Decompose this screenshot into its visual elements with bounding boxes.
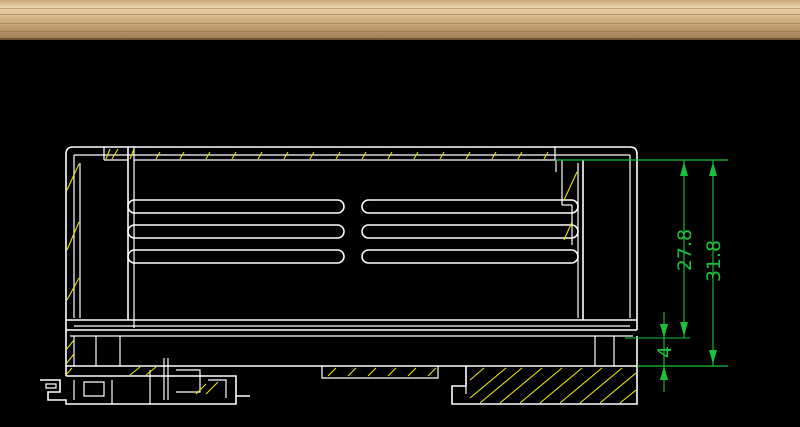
dimension-lines: 27.8 31.8 4 <box>556 159 728 392</box>
dimension-label-27-8: 27.8 <box>674 229 696 271</box>
base-section <box>40 330 638 405</box>
arrow-up-icon <box>680 162 688 176</box>
cad-viewport: 27.8 31.8 4 <box>0 0 800 427</box>
cross-section-drawing: 27.8 31.8 4 <box>40 146 728 405</box>
dimension-label-31-8: 31.8 <box>703 240 725 282</box>
housing-outline <box>65 146 638 337</box>
vent-slots <box>127 199 579 264</box>
arrow-down-icon <box>680 322 688 336</box>
section-hatching <box>65 148 637 404</box>
arrow-down-icon <box>660 324 668 338</box>
dimension-label-4: 4 <box>654 346 676 358</box>
arrow-up-icon <box>660 366 668 380</box>
arrow-up-icon <box>709 162 717 176</box>
arrow-down-icon <box>709 350 717 364</box>
